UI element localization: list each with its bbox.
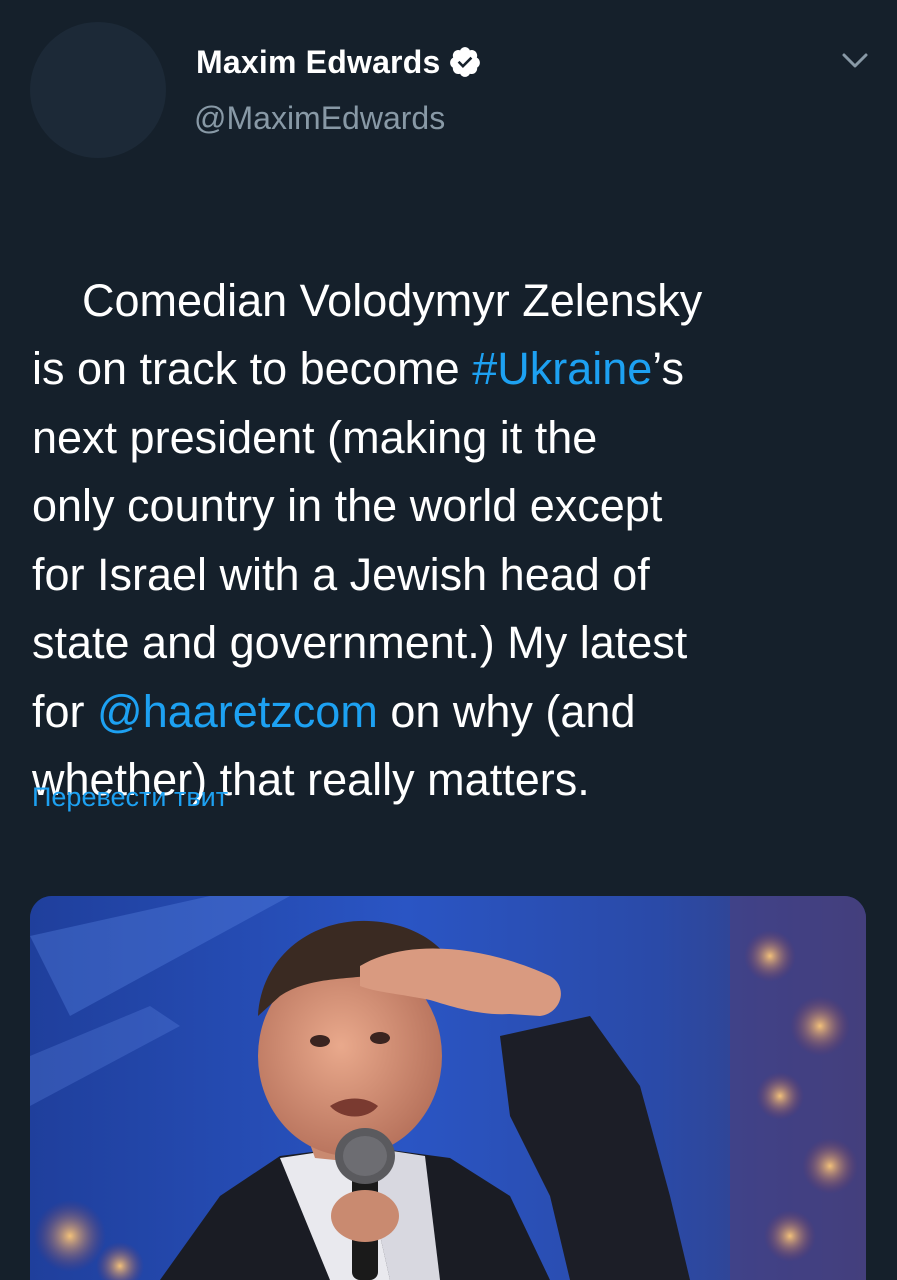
- mention-haaretzcom-link[interactable]: @haaretzcom: [97, 686, 378, 737]
- tweet-media-image[interactable]: [30, 896, 866, 1280]
- tweet-card: Maxim Edwards @MaximEdwards Comedian Vol…: [0, 0, 897, 1280]
- hashtag-ukraine-link[interactable]: #Ukraine: [472, 343, 652, 394]
- verified-badge-icon: [448, 45, 482, 79]
- tweet-text: Comedian Volodymyr Zelensky is on track …: [32, 198, 862, 883]
- chevron-down-icon[interactable]: [838, 46, 872, 74]
- handle[interactable]: @MaximEdwards: [194, 100, 445, 137]
- avatar[interactable]: [30, 22, 166, 158]
- translate-tweet-link[interactable]: Перевести твит: [32, 782, 228, 813]
- display-name[interactable]: Maxim Edwards: [196, 44, 440, 81]
- author-row: Maxim Edwards: [196, 40, 482, 84]
- tweet-text-segment: ’s next president (making it the only co…: [32, 343, 688, 737]
